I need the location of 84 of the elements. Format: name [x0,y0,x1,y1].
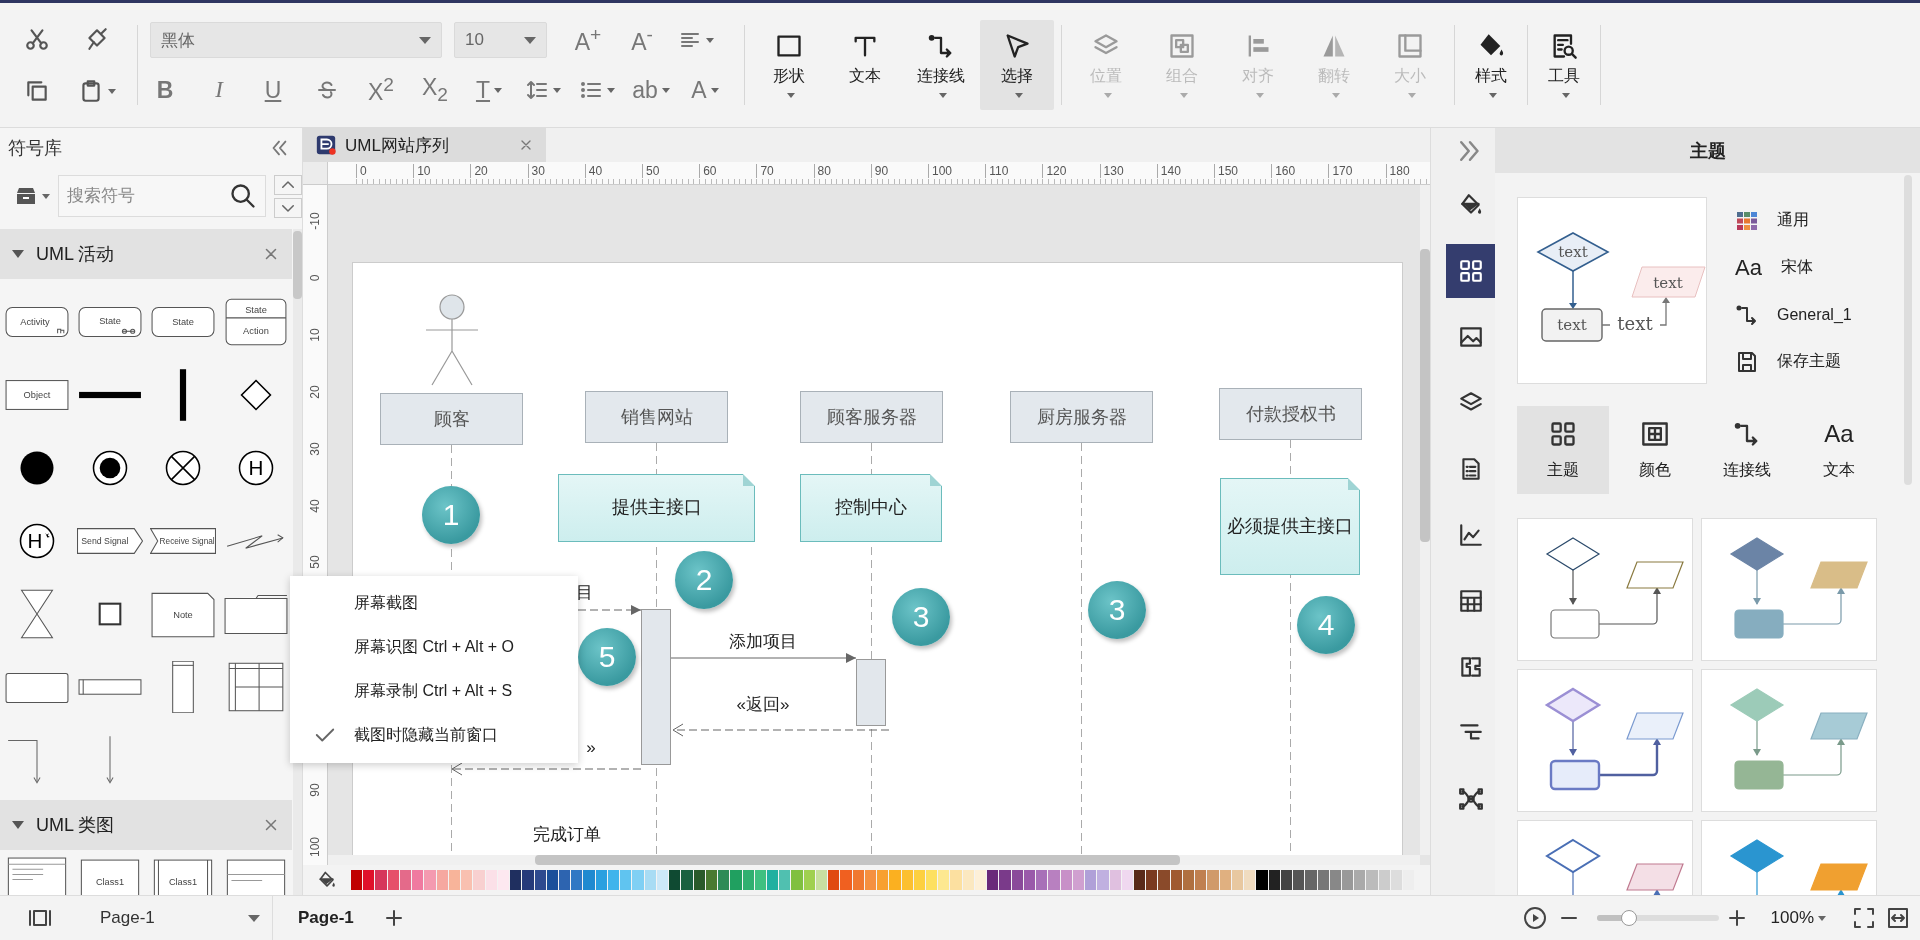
text-format-button[interactable]: ab [624,72,678,108]
lifeline-box[interactable]: 顾客服务器 [800,391,943,443]
ruler-label: 20 [470,164,488,178]
lifeline-box[interactable]: 销售网站 [585,391,728,443]
message-label[interactable]: 添加项目 [729,632,797,652]
ruler-label: 0 [356,164,367,178]
toolbar-tool-button[interactable]: 连接线 [904,20,978,110]
panel-title: 主题 [1495,128,1920,173]
ruler-label: 140 [1156,164,1181,178]
theme-tab[interactable]: Aa 文本 [1793,406,1885,494]
ruler-label: 70 [756,164,774,178]
menu-item[interactable]: 屏幕录制 Ctrl + Alt + S [290,669,578,714]
ruler-label: 90 [870,164,889,178]
ruler-label: 80 [813,164,831,178]
text-format-button[interactable]: X$^{2}$ [354,72,408,108]
ruler-label: 120 [1042,164,1067,178]
text-format-button[interactable]: X$_{2}$ [408,72,462,108]
ruler-label: 180 [1385,164,1410,178]
toolbar-tool-button[interactable]: 形状 [752,20,826,110]
ruler-label: 160 [1271,164,1296,178]
font-family-select[interactable]: 黑体 [150,22,442,58]
ruler-label: 170 [1328,164,1353,178]
menu-item[interactable]: 截图时隐藏当前窗口 [290,713,578,757]
theme-preview-drawing[interactable]: text text text text [1517,197,1707,384]
text-format-button[interactable]: A$^{-}$ [615,22,669,58]
section-title: UML 活动 [36,243,115,266]
ruler-label: 30 [308,441,322,456]
font-size-select[interactable]: 10 [454,22,547,58]
ruler-label: 0 [308,274,322,282]
message-label[interactable]: 目 [575,583,593,603]
section-header[interactable]: UML 类图 [0,800,292,850]
theme-option[interactable]: 通用 [1735,207,1852,234]
theme-option[interactable]: 保存主题 [1735,348,1852,375]
page-select[interactable]: Page-1 [100,908,260,928]
ruler-label: 40 [584,164,603,178]
ruler-label: 30 [527,164,545,178]
ruler-label: 20 [308,385,322,399]
theme-option[interactable]: Aa 宋体 [1735,254,1852,281]
text-format-button[interactable]: B [138,72,192,108]
text-format-button[interactable]: A [678,72,732,108]
ruler-label: 40 [308,498,322,513]
menu-item[interactable]: 屏幕截图 [290,582,578,626]
ruler-label: 60 [699,164,717,178]
section-title: UML 类图 [36,814,115,837]
toolbar-tool-button[interactable]: 工具 [1535,20,1593,110]
zoom-select[interactable]: 100% [1770,908,1826,928]
message-label[interactable]: » [586,738,596,758]
note-shape[interactable]: 控制中心 [800,474,942,542]
text-format-button[interactable]: U [246,72,300,108]
ruler-label: 150 [1214,164,1239,178]
ruler-label: -10 [308,212,322,230]
ruler-label: 90 [308,783,322,797]
lifeline-box[interactable]: 厨房服务器 [1010,391,1153,443]
toolbar-tool-button[interactable]: 样式 [1462,20,1520,110]
search-field[interactable]: 搜索符号 [67,178,217,214]
section-header[interactable]: UML 活动 [0,229,292,279]
ruler-label: 50 [308,555,322,570]
ruler-label: 50 [642,164,660,178]
ruler-label: 10 [308,328,322,342]
theme-tab[interactable]: 主题 [1517,406,1609,494]
page-tab[interactable]: Page-1 [298,908,354,928]
document-tab[interactable]: UML网站序列 [303,128,546,162]
text-format-button[interactable]: I [192,72,246,108]
message-label[interactable]: «返回» [736,695,790,715]
panel-title: 符号库 [8,137,62,160]
theme-option[interactable]: General_1 [1735,301,1852,328]
ruler-label: 110 [985,164,1009,178]
search-box[interactable]: 搜索符号 [58,175,266,217]
ruler-label: 100 [928,164,953,178]
note-shape[interactable]: 提供主接口 [558,474,755,542]
toolbar-tool-button[interactable]: 文本 [828,20,902,110]
ruler-label: 100 [308,836,322,857]
text-format-button[interactable]: A$^{+}$ [561,22,615,58]
ruler-label: 10 [413,164,431,178]
theme-tab[interactable]: 颜色 [1609,406,1701,494]
lifeline-box[interactable]: 付款授权书 [1219,388,1362,440]
message-label[interactable]: 完成订单 [533,825,601,845]
note-shape[interactable]: 必须提供主接口 [1220,478,1360,575]
ruler-label: 130 [1099,164,1124,178]
lifeline-box[interactable]: 顾客 [380,393,523,445]
theme-tab[interactable]: 连接线 [1701,406,1793,494]
text-format-button[interactable]: T [462,72,516,108]
menu-item[interactable]: 屏幕识图 Ctrl + Alt + O [290,625,578,670]
toolbar-tool-button[interactable]: 选择 [980,20,1054,110]
